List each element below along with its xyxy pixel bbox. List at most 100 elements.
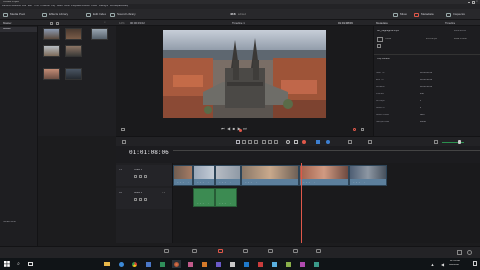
dynamic-trim-icon[interactable] — [248, 140, 252, 144]
menu-clip[interactable]: Clip — [51, 5, 55, 8]
menu-fairlight[interactable]: Fairlight — [99, 5, 108, 8]
media-clip-thumbnail[interactable] — [43, 45, 60, 57]
track-visibility-icon[interactable] — [144, 175, 147, 178]
audio-track-name[interactable]: Audio 1 — [134, 192, 142, 194]
video-clip[interactable]: 4K_Highlights.mp4 — [193, 165, 215, 186]
insert-clip-icon[interactable] — [262, 140, 266, 144]
zoom-slider[interactable] — [442, 141, 464, 143]
video-track-name[interactable]: Video 1 — [134, 169, 142, 171]
chrome-icon[interactable] — [130, 260, 139, 268]
zoom-detail-icon[interactable] — [368, 140, 372, 144]
menu-fusion[interactable]: Fusion — [82, 5, 90, 8]
menu-playback[interactable]: Playback — [71, 5, 82, 8]
grid-view-icon[interactable] — [56, 21, 59, 25]
audio-clip[interactable]: 4K_Highlights.mp4 — [215, 188, 237, 207]
mixer-button[interactable]: Mixer — [393, 11, 407, 18]
metadata-timeline-tab[interactable]: Timeline — [445, 22, 455, 25]
media-clip-thumbnail[interactable] — [91, 28, 108, 40]
linked-selection-icon[interactable] — [294, 140, 298, 144]
network-icon[interactable]: ▲ — [428, 260, 437, 268]
position-lock-icon[interactable] — [302, 140, 306, 144]
edit-index-button[interactable]: Edit Index — [86, 11, 106, 18]
marker-icon[interactable] — [326, 140, 330, 144]
list-view-icon[interactable] — [50, 21, 53, 25]
menu-trim[interactable]: Trim — [34, 5, 39, 8]
file-explorer-icon[interactable] — [102, 260, 111, 268]
stop-record-icon[interactable] — [239, 128, 242, 132]
taskbar-app-icon[interactable] — [270, 260, 279, 268]
windows-start-button[interactable] — [2, 260, 11, 268]
menu-workspace[interactable]: Workspace — [110, 5, 123, 8]
meta-field-value[interactable]: 00:00:10:00 — [420, 86, 432, 88]
playhead-line[interactable] — [301, 163, 302, 243]
video-clip[interactable]: 4K_Highlights.mp4 — [215, 165, 241, 186]
menu-file[interactable]: File — [22, 5, 26, 8]
page-tab-fairlight[interactable]: Fairlight — [291, 249, 299, 257]
media-clip-thumbnail[interactable] — [43, 28, 60, 40]
menu-help[interactable]: Help — [123, 5, 128, 8]
mute-track-icon[interactable] — [144, 198, 147, 201]
replace-clip-icon[interactable] — [274, 140, 278, 144]
page-tab-cut[interactable]: Cut — [190, 249, 198, 257]
taskbar-app-icon[interactable] — [284, 260, 293, 268]
page-tab-edit[interactable]: Edit — [216, 249, 224, 257]
selection-tool-icon[interactable] — [236, 140, 240, 144]
metadata-button[interactable]: Metadata — [414, 11, 434, 18]
taskbar-app-icon[interactable] — [144, 260, 153, 268]
search-icon[interactable]: ⌕ — [104, 21, 106, 24]
meta-field-value[interactable]: 48000 — [420, 121, 426, 123]
audio-meter-icon[interactable] — [434, 140, 438, 144]
zoom-full-icon[interactable] — [348, 140, 352, 144]
edge-browser-icon[interactable] — [117, 260, 126, 268]
lock-track-icon[interactable] — [134, 198, 137, 201]
meta-field-value[interactable]: 240 — [420, 93, 424, 95]
video-clip[interactable]: 4K_Highlights.mp4 — [241, 165, 299, 186]
page-tab-color[interactable]: Color — [266, 249, 274, 257]
media-clip-thumbnail[interactable] — [65, 68, 82, 80]
auto-select-icon[interactable] — [139, 175, 142, 178]
taskbar-app-icon[interactable] — [256, 260, 265, 268]
video-frame[interactable] — [163, 30, 326, 118]
taskbar-app-icon[interactable] — [158, 260, 167, 268]
taskbar-time[interactable]: 11:31 AM — [450, 260, 460, 262]
viewer-options-icon[interactable] — [121, 128, 125, 131]
blade-tool-icon[interactable] — [254, 140, 258, 144]
taskbar-app-icon[interactable] — [186, 260, 195, 268]
close-button[interactable]: × — [476, 0, 478, 3]
timeline-name[interactable]: Timeline 1 — [232, 22, 245, 25]
page-tab-fusion[interactable]: Fusion — [241, 249, 249, 257]
taskbar-app-icon[interactable] — [298, 260, 307, 268]
overwrite-clip-icon[interactable] — [268, 140, 272, 144]
viewer-zoom[interactable]: 12% — [119, 22, 125, 25]
lock-track-icon[interactable] — [134, 175, 137, 178]
settings-icon[interactable] — [467, 250, 472, 255]
fullscreen-icon[interactable] — [361, 128, 364, 131]
timeline-ruler[interactable] — [173, 148, 480, 151]
media-clip-thumbnail[interactable] — [65, 28, 82, 40]
meta-field-value[interactable]: 8 — [420, 100, 421, 102]
menu-color[interactable]: Color — [91, 5, 97, 8]
meta-field-value[interactable]: AAC — [420, 114, 425, 116]
meta-field-value[interactable]: 00:00:10:00 — [420, 79, 432, 81]
loop-icon[interactable] — [353, 128, 356, 131]
transport-controls[interactable]: ⏮◀■▶⏭ — [221, 127, 249, 131]
snapping-icon[interactable] — [286, 140, 290, 144]
meta-field-value[interactable]: 00:00:00:00 — [420, 72, 432, 74]
davinci-taskbar-icon[interactable] — [172, 260, 181, 268]
search-taskbar-icon[interactable]: ⌕ — [14, 260, 23, 268]
media-clip-thumbnail[interactable] — [65, 45, 82, 57]
meta-field-value[interactable]: 2 — [420, 107, 421, 109]
flag-icon[interactable] — [316, 140, 320, 144]
effects-library-button[interactable]: Effects Library — [42, 11, 68, 18]
taskbar-date[interactable]: 6/11/2020 — [449, 264, 459, 266]
page-tab-media[interactable]: Media — [162, 249, 170, 257]
taskbar-app-icon[interactable] — [214, 260, 223, 268]
taskbar-app-icon[interactable] — [312, 260, 321, 268]
taskbar-app-icon[interactable] — [228, 260, 237, 268]
media-pool-button[interactable]: Media Pool — [3, 11, 25, 18]
solo-track-icon[interactable] — [139, 198, 142, 201]
home-icon[interactable] — [457, 250, 462, 255]
menu-timeline[interactable]: Timeline — [40, 5, 50, 8]
smart-bins-label[interactable]: Smart Bins — [3, 221, 16, 224]
menu-davinci-resolve[interactable]: DaVinci Resolve — [2, 5, 21, 8]
